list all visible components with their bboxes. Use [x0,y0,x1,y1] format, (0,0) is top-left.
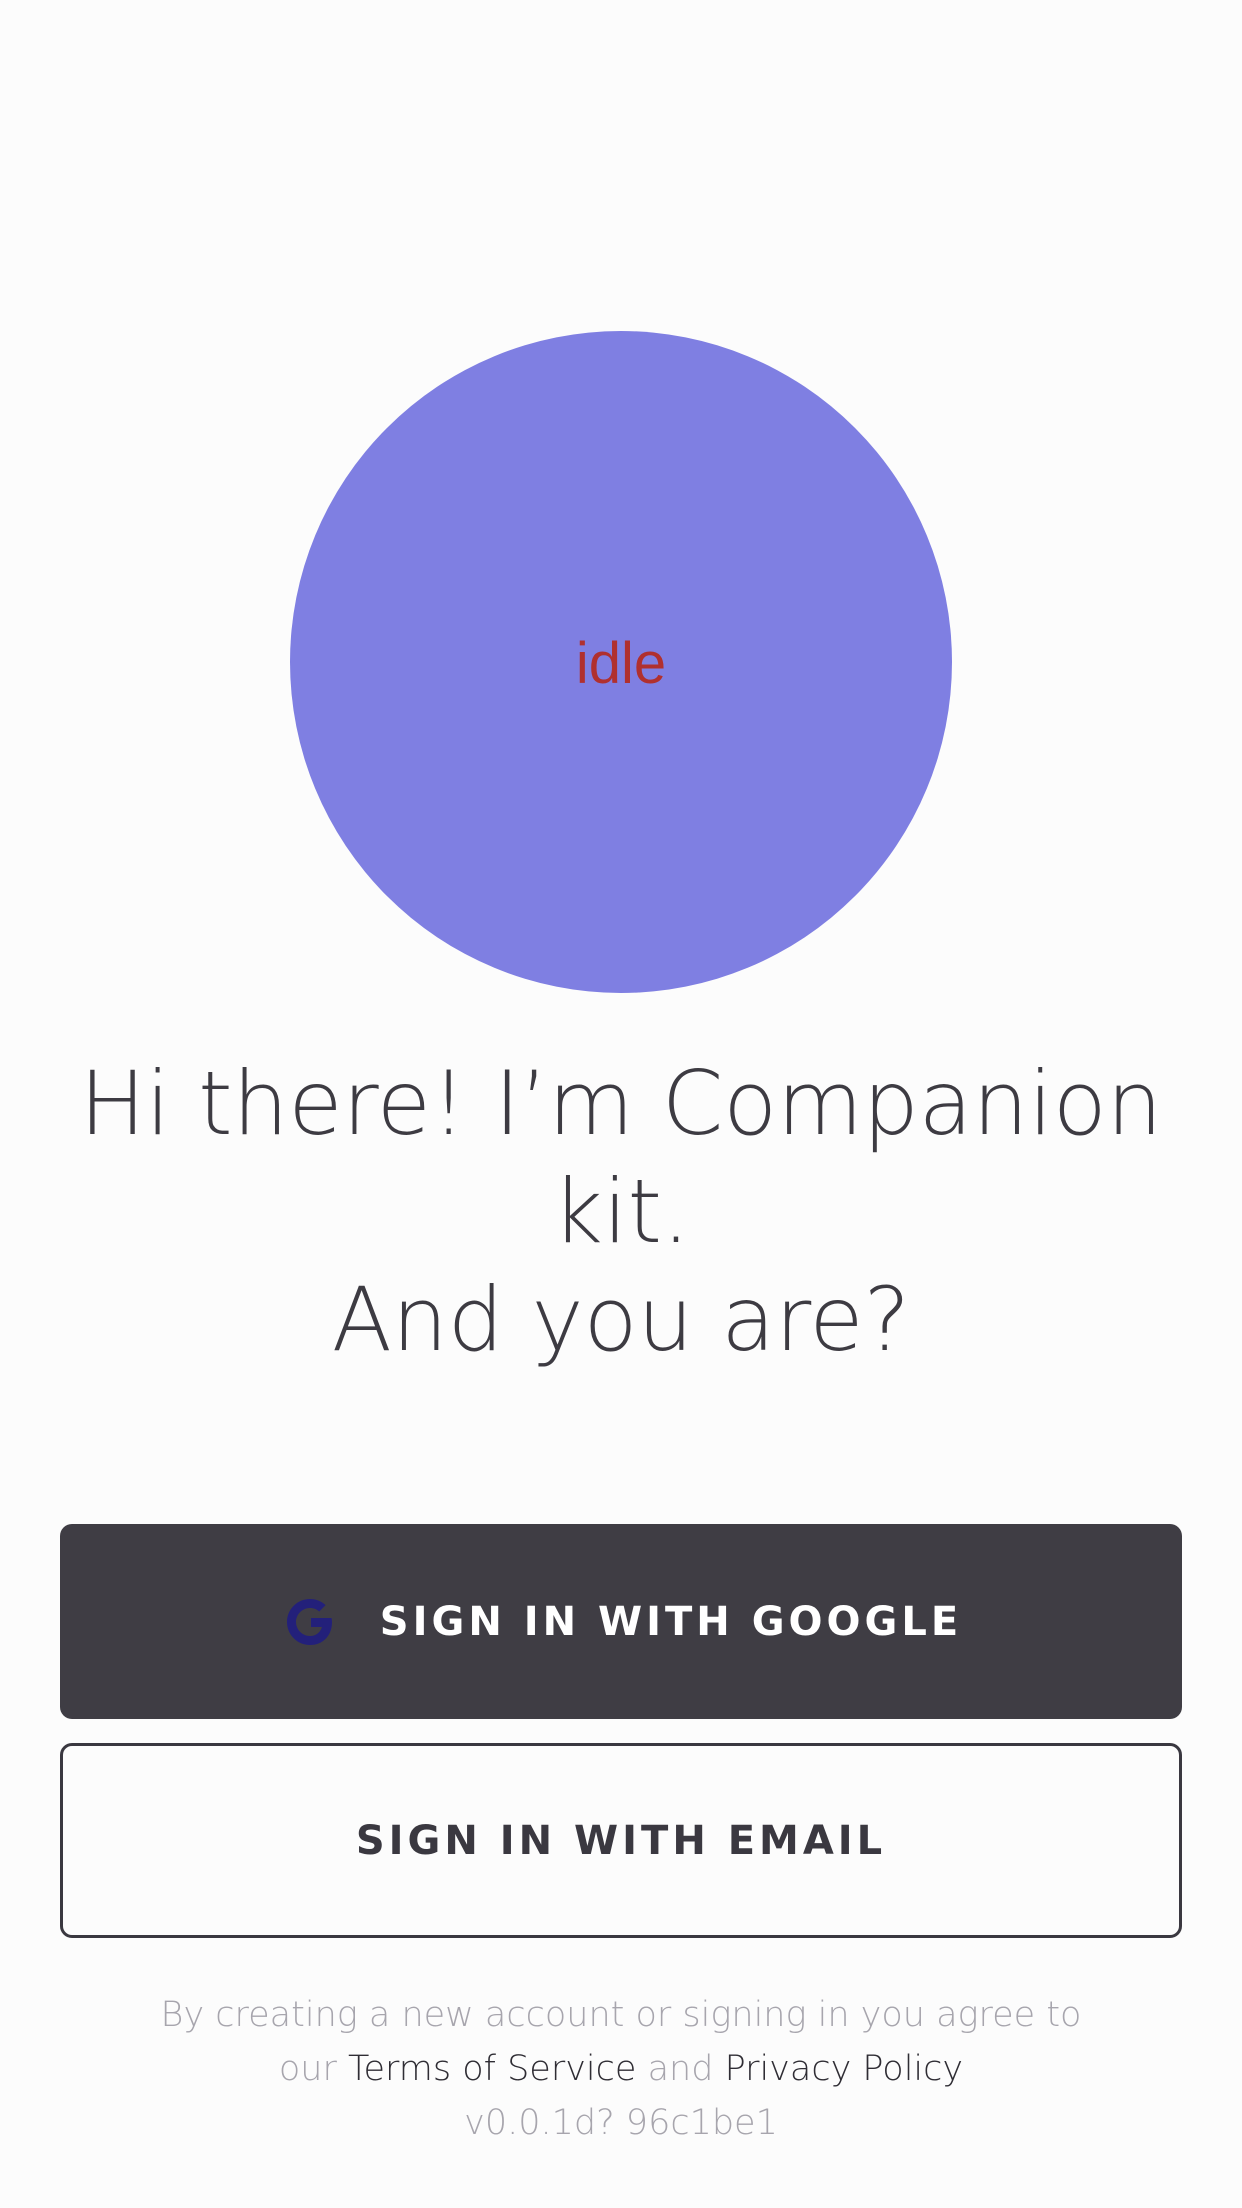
greeting-line-3: And you are? [331,1268,911,1371]
legal-line-2: our Terms of Service and Privacy Policy [60,2042,1182,2096]
avatar-state-label: idle [575,630,667,696]
greeting-heading: Hi there! I’m Companion kit. And you are… [60,1050,1182,1374]
sign-in-email-button[interactable]: SIGN IN WITH EMAIL [60,1743,1182,1938]
legal-and: and [647,2049,714,2089]
legal-line-1: By creating a new account or signing in … [160,1995,1082,2035]
privacy-policy-link[interactable]: Privacy Policy [725,2049,964,2089]
legal-our: our [278,2049,337,2089]
terms-of-service-link[interactable]: Terms of Service [348,2049,636,2089]
sign-in-google-label: SIGN IN WITH GOOGLE [379,1598,963,1645]
google-g-icon [280,1592,340,1652]
companion-avatar: idle [290,331,952,993]
app-version: v0.0.1d? 96c1be1 [464,2103,778,2143]
sign-in-email-label: SIGN IN WITH EMAIL [355,1817,887,1864]
greeting-line-1: Hi there! I’m Companion [79,1052,1163,1155]
greeting-line-2: kit. [552,1160,690,1263]
sign-in-google-button[interactable]: SIGN IN WITH GOOGLE [60,1524,1182,1719]
legal-notice: By creating a new account or signing in … [60,1988,1182,2150]
